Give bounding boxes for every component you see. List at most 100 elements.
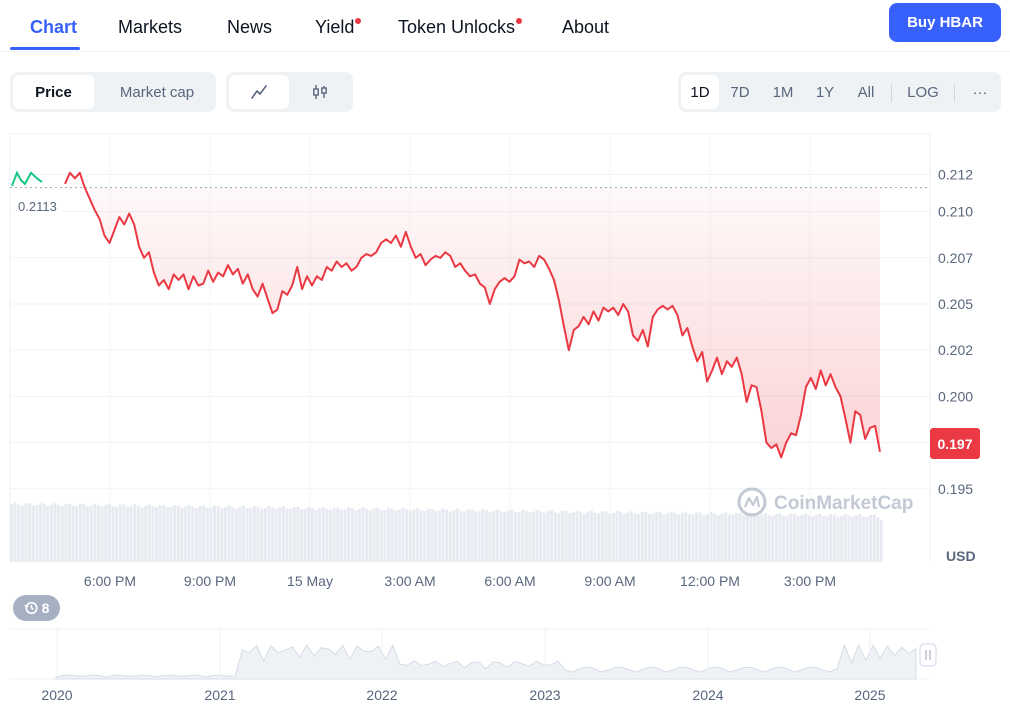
volume-bar (191, 506, 195, 562)
volume-bar (397, 509, 401, 562)
volume-bar (49, 504, 53, 562)
volume-bar (184, 506, 188, 562)
volume-bar (231, 507, 235, 562)
volume-bar (774, 513, 778, 562)
navigator-history-area (55, 643, 917, 680)
volume-bar (796, 516, 800, 562)
y-tick-label: 0.210 (938, 204, 973, 220)
volume-bar (354, 510, 358, 562)
volume-bar (513, 511, 517, 562)
volume-bar (318, 508, 322, 562)
volume-bar (332, 507, 336, 562)
y-tick-label: 0.207 (938, 250, 973, 266)
volume-bar (300, 509, 304, 562)
volume-bar (800, 515, 804, 562)
volume-bar (93, 503, 97, 562)
volume-bar (68, 503, 72, 562)
volume-bar (281, 506, 285, 562)
watermark-text: CoinMarketCap (774, 493, 913, 514)
volume-bar (289, 509, 293, 562)
volume-bar (524, 510, 528, 562)
volume-bar (20, 505, 24, 562)
volume-bar (252, 506, 256, 562)
volume-bar (57, 504, 61, 562)
volume-bar (503, 512, 507, 562)
volume-bar (147, 504, 151, 562)
navigator-year-label: 2023 (529, 687, 560, 703)
navigator-year-label: 2024 (692, 687, 723, 703)
volume-bar (571, 512, 575, 562)
volume-bar (227, 505, 231, 562)
volume-bar (716, 515, 720, 562)
volume-bar (622, 513, 626, 562)
volume-bar (753, 513, 757, 562)
volume-bar (358, 509, 362, 562)
volume-bar (651, 513, 655, 562)
volume-bar (325, 508, 329, 562)
volume-bar (539, 511, 543, 562)
x-axis: 6:00 PM 9:00 PM 15 May 3:00 AM 6:00 AM 9:00 A… (84, 573, 836, 589)
volume-bar (144, 505, 148, 562)
volume-bar (180, 507, 184, 562)
volume-bar (390, 508, 394, 562)
volume-bar (115, 506, 119, 562)
volume-bar (136, 505, 140, 562)
volume-bar (818, 513, 822, 562)
volume-bar (165, 507, 169, 562)
volume-bar (169, 507, 173, 562)
current-price-tag: 0.197 (930, 428, 980, 459)
volume-bar (822, 516, 826, 562)
volume-bar (727, 514, 731, 562)
volume-bar (484, 510, 488, 562)
volume-bar (445, 509, 449, 562)
volume-bar (285, 508, 289, 562)
x-tick-label: 6:00 PM (84, 573, 136, 589)
volume-bar (17, 504, 21, 562)
volume-bar (633, 512, 637, 562)
volume-bar (71, 505, 75, 562)
navigator-handle[interactable] (919, 643, 937, 667)
volume-bar (706, 514, 710, 562)
volume-bar (223, 507, 227, 562)
y-tick-label: 0.195 (938, 481, 973, 497)
volume-bar (89, 505, 93, 562)
volume-bar (593, 512, 597, 562)
volume-bar (278, 507, 282, 562)
y-tick-label: 0.202 (938, 342, 973, 358)
y-tick-label: 0.212 (938, 167, 973, 183)
volume-bar (680, 512, 684, 562)
x-tick-label: 9:00 PM (184, 573, 236, 589)
volume-bar (836, 516, 840, 562)
volume-bar (419, 510, 423, 562)
volume-bar (550, 510, 554, 562)
volume-bar (756, 515, 760, 562)
volume-bar (847, 515, 851, 562)
volume-bar (687, 514, 691, 562)
volume-bar (205, 507, 209, 562)
volume-bar (343, 509, 347, 562)
volume-bar (854, 515, 858, 562)
volume-bar (582, 513, 586, 562)
volume-bar (532, 511, 536, 562)
volume-bar (477, 511, 481, 562)
volume-bar (771, 515, 775, 562)
navigator-year-label: 2021 (204, 687, 235, 703)
volume-bar (13, 502, 17, 562)
volume-bar (568, 512, 572, 562)
watermark: CoinMarketCap (737, 487, 913, 517)
volume-bar (499, 510, 503, 562)
volume-bar (151, 506, 155, 562)
history-badge[interactable]: 8 (13, 595, 60, 621)
volume-bar (528, 512, 532, 562)
volume-bar (564, 510, 568, 562)
volume-bar (459, 510, 463, 562)
volume-bar (107, 503, 111, 562)
range-navigator[interactable]: 2020 2021 2022 2023 2024 2025 (10, 628, 937, 703)
volume-bar (24, 503, 28, 562)
volume-bar (97, 505, 101, 562)
volume-bar (702, 514, 706, 562)
volume-bar (546, 510, 550, 562)
coinmarketcap-logo-icon (737, 487, 767, 517)
volume-bar (517, 512, 521, 562)
volume-bar (749, 512, 753, 562)
